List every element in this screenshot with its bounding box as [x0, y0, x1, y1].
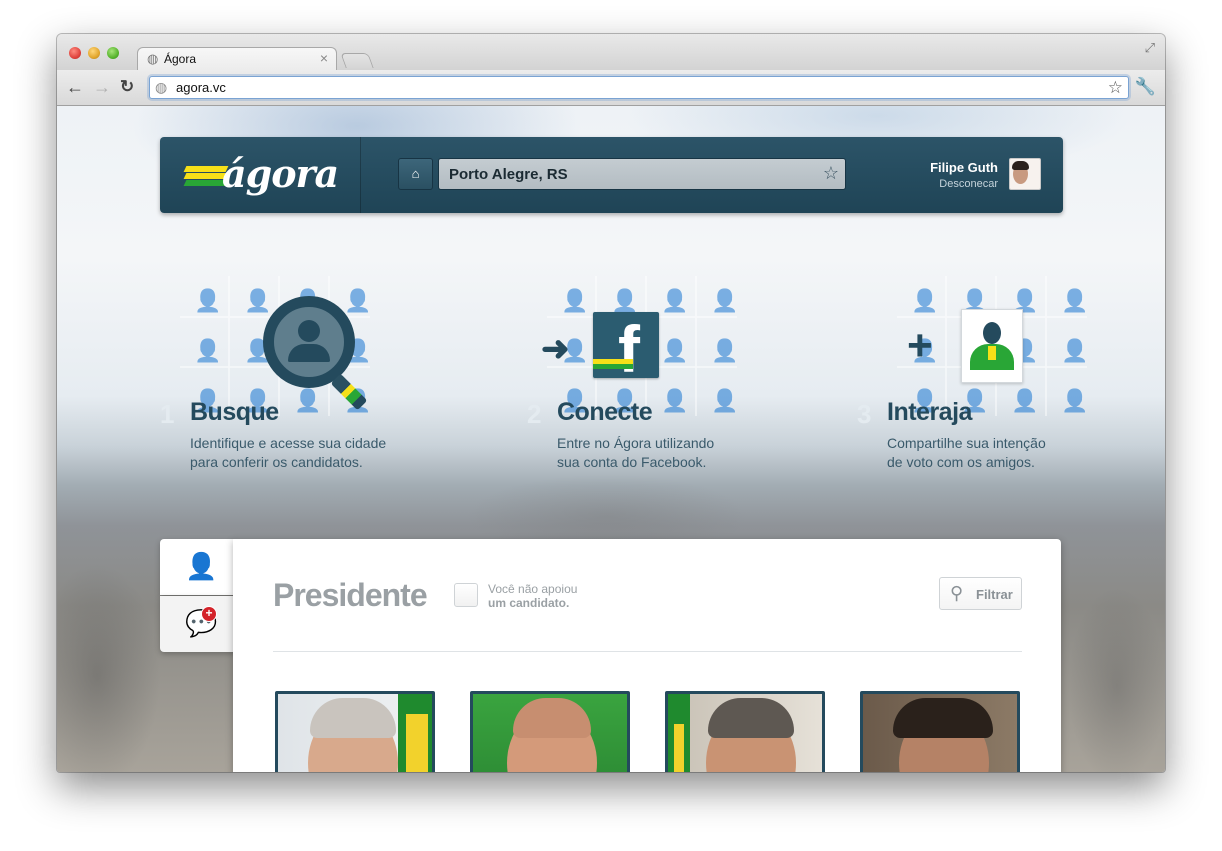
person-silhouette-icon: 👤 [911, 288, 939, 313]
address-bar[interactable]: ◍ agora.vc ☆ [149, 76, 1129, 99]
logo-stripes [183, 166, 229, 186]
user-icon: 👤 [185, 551, 218, 581]
tab-title: Ágora [164, 52, 197, 66]
location-value: Porto Alegre, RS [449, 166, 568, 183]
location-input[interactable]: Porto Alegre, RS ☆ [438, 158, 846, 190]
star-icon[interactable]: ☆ [823, 163, 839, 184]
plus-icon: + [907, 321, 933, 370]
tab-comments[interactable]: 💬 + [160, 596, 236, 652]
person-silhouette-icon: 👤 [1011, 388, 1039, 413]
url-text[interactable]: agora.vc [176, 80, 226, 95]
candidate-card-4[interactable] [860, 691, 1020, 772]
person-silhouette-icon: 👤 [711, 388, 739, 413]
back-button[interactable]: ← [66, 77, 84, 97]
tab-agora[interactable]: ◍ Ágora × [137, 47, 337, 70]
globe-icon: ◍ [155, 79, 168, 95]
search-icon: ⚲ [950, 583, 964, 603]
person-silhouette-icon: 👤 [194, 288, 222, 313]
user-name[interactable]: Filipe Guth [930, 160, 998, 175]
step-number: 3 [857, 399, 872, 429]
new-tab-button[interactable] [340, 53, 374, 68]
page-title: Presidente [273, 577, 428, 613]
step-interact: 👤👤👤👤👤👤👤👤👤👤👤👤 + 3 Interaja Compartilhe su… [857, 276, 1157, 486]
tab-close-icon[interactable]: × [320, 50, 328, 66]
person-silhouette-icon: 👤 [711, 338, 739, 363]
logout-link[interactable]: Desconecar [939, 178, 998, 190]
person-silhouette-icon: 👤 [661, 288, 689, 313]
person-silhouette-icon: 👤 [294, 388, 322, 413]
person-silhouette-icon: 👤 [661, 388, 689, 413]
candidates-panel: Presidente Você não apoiou um candidato.… [233, 539, 1061, 772]
person-silhouette-icon: 👤 [1061, 338, 1089, 363]
person-silhouette-icon: 👤 [1061, 288, 1089, 313]
step-title: Conecte [557, 398, 653, 426]
divider [273, 651, 1022, 652]
person-silhouette-icon: 👤 [1061, 388, 1089, 413]
bookmark-star-icon[interactable]: ☆ [1108, 78, 1123, 98]
add-badge: + [201, 606, 217, 622]
forward-button[interactable]: → [93, 77, 111, 97]
person-silhouette-icon: 👤 [561, 288, 589, 313]
browser-toolbar: ← → ↻ ◍ agora.vc ☆ 🔧 [57, 70, 1165, 106]
step-title: Interaja [887, 398, 972, 426]
candidate-card-2[interactable] [470, 691, 630, 772]
globe-icon: ◍ [147, 51, 159, 66]
person-silhouette-icon: 👤 [194, 338, 222, 363]
person-silhouette-icon: 👤 [244, 288, 272, 313]
candidate-card-3[interactable] [665, 691, 825, 772]
logo[interactable]: ágora [160, 137, 361, 213]
tab-candidates[interactable]: 👤 [160, 539, 236, 595]
browser-window: ◍ Ágora × ⤢ ← → ↻ ◍ agora.vc ☆ 🔧 ágora ⌂… [57, 34, 1165, 772]
page-content: ágora ⌂ Porto Alegre, RS ☆ Filipe Guth D… [57, 106, 1165, 772]
step-description: Compartilhe sua intenção de voto com os … [887, 435, 1046, 470]
person-silhouette-icon: 👤 [344, 288, 372, 313]
avatar[interactable] [1009, 158, 1041, 190]
step-description: Identifique e acesse sua cidade para con… [190, 435, 387, 470]
filter-label: Filtrar [976, 587, 1013, 602]
support-status-line1: Você não apoiou [488, 582, 578, 596]
zoom-window-button[interactable] [107, 47, 119, 59]
step-connect: 👤👤👤👤👤👤👤👤👤👤👤👤 ➜ f 2 Conecte Entre no Ágor… [527, 276, 827, 486]
candidate-card-1[interactable] [275, 691, 435, 772]
site-header: ágora ⌂ Porto Alegre, RS ☆ Filipe Guth D… [160, 137, 1063, 213]
person-silhouette-icon: 👤 [611, 288, 639, 313]
tab-bar: ◍ Ágora × ⤢ [57, 34, 1165, 70]
support-checkbox[interactable] [454, 583, 478, 607]
wrench-icon[interactable]: 🔧 [1135, 77, 1156, 97]
logo-text: ágora [222, 151, 339, 196]
home-button[interactable]: ⌂ [398, 158, 433, 190]
step-title: Busque [190, 398, 279, 426]
minimize-window-button[interactable] [88, 47, 100, 59]
step-number: 2 [527, 399, 542, 429]
step-search: 👤👤👤👤👤👤👤👤👤👤👤👤 1 Busque Identifique e aces… [160, 276, 460, 486]
voter-card-icon [961, 309, 1023, 383]
filter-button[interactable]: ⚲ Filtrar [939, 577, 1022, 610]
person-silhouette-icon: 👤 [711, 288, 739, 313]
facebook-icon: f [593, 312, 659, 378]
step-description: Entre no Ágora utilizando sua conta do F… [557, 435, 715, 470]
person-silhouette-icon: 👤 [661, 338, 689, 363]
fullscreen-icon[interactable]: ⤢ [1145, 40, 1155, 56]
arrow-right-icon: ➜ [541, 330, 570, 368]
close-window-button[interactable] [69, 47, 81, 59]
side-tabs: 👤 💬 + [160, 539, 236, 659]
step-number: 1 [160, 399, 175, 429]
home-icon: ⌂ [411, 166, 420, 181]
support-status-line2: um candidato. [488, 596, 570, 610]
reload-button[interactable]: ↻ [120, 77, 134, 97]
